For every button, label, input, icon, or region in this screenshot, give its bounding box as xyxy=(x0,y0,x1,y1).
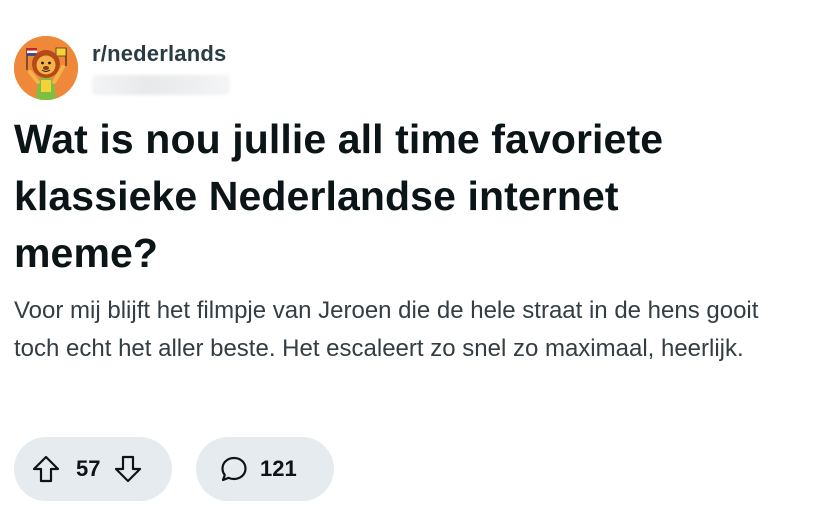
post-actions: 57 121 xyxy=(14,437,334,501)
downvote-button[interactable] xyxy=(112,453,144,485)
redacted-username xyxy=(92,75,230,95)
post-card: r/nederlands Wat is nou jullie all time … xyxy=(0,0,820,516)
speech-bubble-icon xyxy=(221,456,247,482)
upvote-button[interactable] xyxy=(30,453,62,485)
arrow-up-icon xyxy=(32,455,60,483)
vote-count: 57 xyxy=(76,456,101,481)
post-meta: r/nederlands xyxy=(92,41,230,95)
lion-mascot-icon xyxy=(14,36,78,100)
comment-icon-wrap xyxy=(218,453,250,485)
vote-bar: 57 xyxy=(14,437,172,501)
post-header: r/nederlands xyxy=(14,36,230,100)
subreddit-avatar[interactable] xyxy=(14,36,78,100)
subreddit-name[interactable]: r/nederlands xyxy=(92,41,230,67)
comment-count: 121 xyxy=(260,456,297,481)
comments-button[interactable]: 121 xyxy=(196,437,334,501)
arrow-down-icon xyxy=(115,455,142,483)
post-body: Voor mij blijft het filmpje van Jeroen d… xyxy=(14,297,759,362)
post-title[interactable]: Wat is nou jullie all time favoriete kla… xyxy=(14,111,774,282)
